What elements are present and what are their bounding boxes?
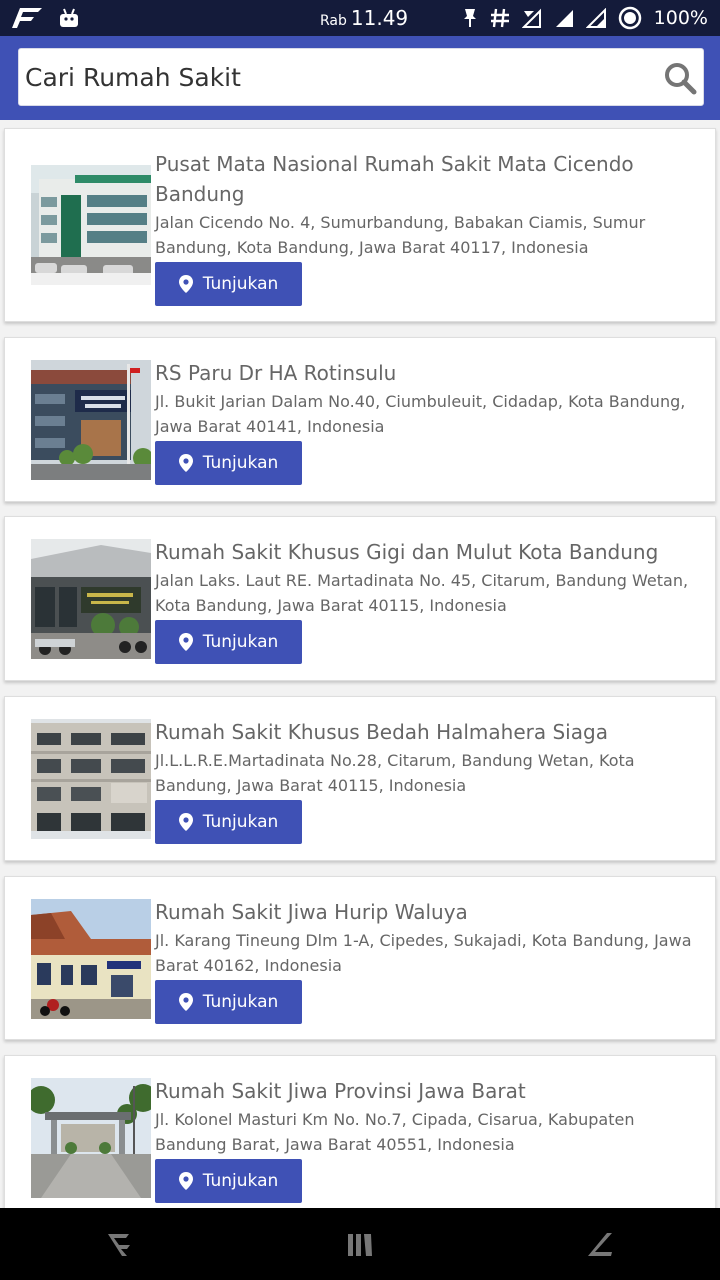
hospital-card: Rumah Sakit Khusus Bedah Halmahera Siaga… [4, 696, 716, 861]
battery-icon [618, 6, 641, 30]
hospital-photo [31, 165, 151, 285]
android-icon [60, 8, 78, 27]
map-marker-icon [178, 275, 193, 293]
show-location-label: Tunjukan [202, 1171, 279, 1191]
hospital-name: Pusat Mata Nasional Rumah Sakit Mata Cic… [155, 152, 634, 206]
hospital-name: RS Paru Dr HA Rotinsulu [155, 361, 397, 385]
show-location-button[interactable]: Tunjukan [155, 620, 302, 664]
hospital-card: Pusat Mata Nasional Rumah Sakit Mata Cic… [4, 128, 716, 322]
hospital-address: Jl.L.L.R.E.Martadinata No.28, Citarum, B… [155, 751, 635, 795]
hospital-address: Jl. Karang Tineung Dlm 1-A, Cipedes, Suk… [155, 931, 692, 975]
hospital-name: Rumah Sakit Khusus Gigi dan Mulut Kota B… [155, 540, 659, 564]
hospital-photo [31, 1078, 151, 1198]
hospital-card: Rumah Sakit Jiwa Provinsi Jawa Barat Jl.… [4, 1055, 716, 1208]
hospital-list: Pusat Mata Nasional Rumah Sakit Mata Cic… [0, 120, 720, 1208]
hospital-photo [31, 360, 151, 480]
search-button[interactable] [661, 59, 699, 97]
hospital-info: RS Paru Dr HA Rotinsulu Jl. Bukit Jarian… [155, 358, 703, 485]
show-location-label: Tunjukan [202, 992, 279, 1012]
pin-icon [463, 9, 476, 27]
show-location-button[interactable]: Tunjukan [155, 1159, 302, 1203]
hash-icon [490, 8, 509, 28]
hospital-address: Jalan Cicendo No. 4, Sumurbandung, Babak… [155, 213, 646, 257]
show-location-button[interactable]: Tunjukan [155, 980, 302, 1024]
show-location-button[interactable]: Tunjukan [155, 441, 302, 485]
show-location-button[interactable]: Tunjukan [155, 800, 302, 844]
show-location-label: Tunjukan [202, 812, 279, 832]
map-marker-icon [178, 993, 193, 1011]
hospital-name: Rumah Sakit Jiwa Provinsi Jawa Barat [155, 1079, 526, 1103]
battery-percent: 100% [653, 7, 708, 29]
search-icon [665, 63, 697, 95]
search-input[interactable] [19, 49, 639, 105]
back-button[interactable] [105, 1230, 135, 1260]
hospital-info: Rumah Sakit Khusus Bedah Halmahera Siaga… [155, 717, 703, 844]
hospital-address: Jalan Laks. Laut RE. Martadinata No. 45,… [155, 571, 689, 615]
status-clock: 11.49 [350, 6, 409, 30]
hospital-name: Rumah Sakit Khusus Bedah Halmahera Siaga [155, 720, 608, 744]
navigation-bar [0, 1208, 720, 1280]
hospital-address: Jl. Bukit Jarian Dalam No.40, Ciumbuleui… [155, 392, 686, 436]
recent-apps-icon [588, 1233, 612, 1256]
map-marker-icon [178, 454, 193, 472]
show-location-label: Tunjukan [202, 632, 279, 652]
app-notification-icon [12, 8, 42, 28]
app-bar [0, 36, 720, 120]
back-icon [108, 1234, 130, 1256]
hospital-info: Rumah Sakit Jiwa Provinsi Jawa Barat Jl.… [155, 1076, 703, 1203]
hospital-photo [31, 539, 151, 659]
map-marker-icon [178, 633, 193, 651]
status-day: Rab [320, 13, 347, 29]
signal-icon [521, 8, 541, 28]
hospital-photo [31, 719, 151, 839]
hospital-name: Rumah Sakit Jiwa Hurip Waluya [155, 900, 468, 924]
hospital-info: Rumah Sakit Jiwa Hurip Waluya Jl. Karang… [155, 897, 703, 1024]
hospital-photo [31, 899, 151, 1019]
hospital-card: Rumah Sakit Khusus Gigi dan Mulut Kota B… [4, 516, 716, 681]
search-box [18, 48, 704, 106]
recent-apps-button[interactable] [585, 1230, 615, 1260]
show-location-label: Tunjukan [202, 274, 279, 294]
hospital-address: Jl. Kolonel Masturi Km No. No.7, Cipada,… [155, 1110, 635, 1154]
show-location-label: Tunjukan [202, 453, 279, 473]
map-marker-icon [178, 813, 193, 831]
status-time: Rab 11.49 [320, 6, 408, 30]
hospital-card: Rumah Sakit Jiwa Hurip Waluya Jl. Karang… [4, 876, 716, 1040]
cell-signal-icon [555, 10, 573, 27]
map-marker-icon [178, 1172, 193, 1190]
home-icon [348, 1234, 372, 1256]
home-button[interactable] [345, 1230, 375, 1260]
hospital-info: Pusat Mata Nasional Rumah Sakit Mata Cic… [155, 149, 703, 306]
hospital-card: RS Paru Dr HA Rotinsulu Jl. Bukit Jarian… [4, 337, 716, 502]
hospital-info: Rumah Sakit Khusus Gigi dan Mulut Kota B… [155, 537, 703, 664]
cell-signal-2-icon [585, 8, 606, 28]
status-bar: Rab 11.49 100% [0, 0, 720, 36]
show-location-button[interactable]: Tunjukan [155, 262, 302, 306]
